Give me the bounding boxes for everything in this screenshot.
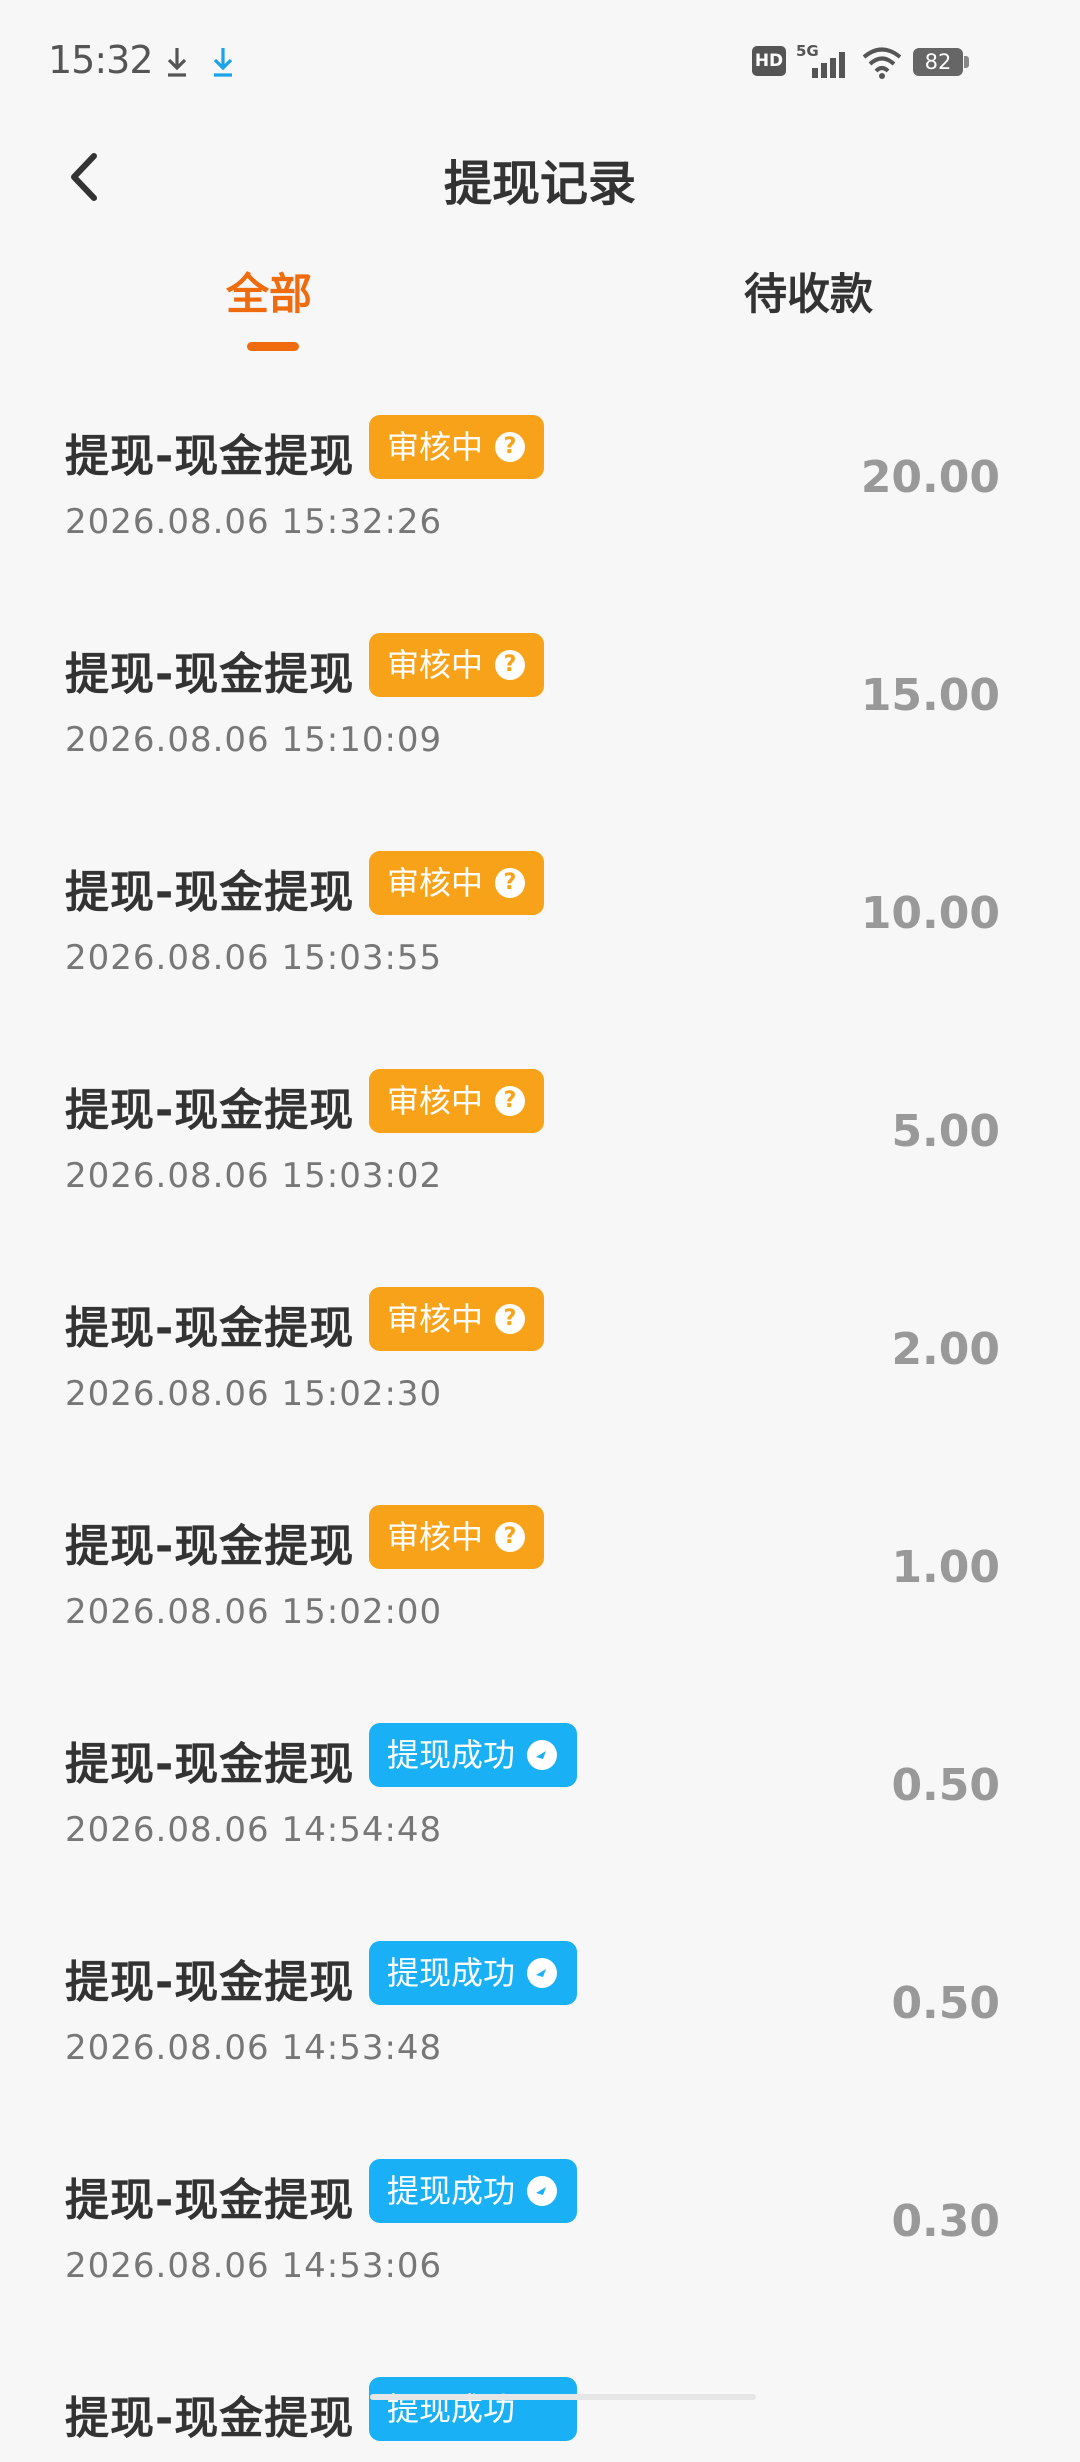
list-item[interactable]: 提现-现金提现 审核中 ? 2026.08.06 15:10:09 15.00 — [0, 598, 1080, 816]
record-time: 2026.08.06 15:32:26 — [65, 502, 443, 542]
record-time: 2026.08.06 15:10:09 — [65, 720, 443, 760]
app-header: 提现记录 — [0, 120, 1080, 230]
signal-icon: 5G — [796, 42, 845, 78]
record-time: 2026.08.06 14:53:48 — [65, 2028, 443, 2068]
record-time: 2026.08.06 14:54:48 — [65, 1810, 443, 1850]
status-badge: 审核中 ? — [369, 415, 544, 479]
record-amount: 2.00 — [891, 1324, 1000, 1375]
help-icon[interactable]: ? — [495, 650, 526, 680]
status-badge: 提现成功 — [369, 2377, 577, 2441]
status-label: 提现成功 — [387, 1954, 516, 1992]
status-badge: 审核中 ? — [369, 633, 544, 697]
list-item[interactable]: 提现-现金提现 审核中 ? 2026.08.06 15:02:00 1.00 — [0, 1470, 1080, 1688]
help-icon[interactable]: ? — [495, 1304, 526, 1334]
list-item[interactable]: 提现-现金提现 提现成功 — [0, 2342, 1080, 2462]
home-indicator — [370, 2394, 756, 2400]
chat-icon[interactable] — [527, 1740, 558, 1770]
list-item[interactable]: 提现-现金提现 审核中 ? 2026.08.06 15:03:02 5.00 — [0, 1034, 1080, 1252]
chat-icon[interactable] — [527, 1958, 558, 1988]
help-icon[interactable]: ? — [495, 1086, 526, 1116]
record-title: 提现-现金提现 — [65, 1521, 355, 1572]
battery-icon: 82 — [913, 48, 963, 76]
record-time: 2026.08.06 15:02:30 — [65, 1374, 443, 1414]
status-badge: 审核中 ? — [369, 851, 544, 915]
record-amount: 0.50 — [891, 1760, 1000, 1811]
record-title: 提现-现金提现 — [65, 1085, 355, 1136]
record-amount: 15.00 — [860, 670, 1000, 721]
record-title: 提现-现金提现 — [65, 2393, 355, 2444]
record-amount: 0.50 — [891, 1978, 1000, 2029]
active-tab-indicator — [247, 342, 299, 351]
status-label: 审核中 — [387, 646, 484, 684]
chat-bubble-icon — [536, 1751, 547, 1759]
tab-all[interactable]: 全部 — [226, 260, 312, 322]
help-icon[interactable]: ? — [495, 1522, 526, 1552]
battery-nub — [964, 56, 969, 68]
record-amount: 20.00 — [860, 452, 1000, 503]
record-amount: 10.00 — [860, 888, 1000, 939]
download-icon — [167, 48, 187, 77]
record-time: 2026.08.06 15:03:55 — [65, 938, 443, 978]
record-title: 提现-现金提现 — [65, 649, 355, 700]
record-time: 2026.08.06 14:53:06 — [65, 2246, 443, 2286]
status-label: 提现成功 — [387, 1736, 516, 1774]
hd-icon: HD — [752, 46, 786, 76]
withdrawal-list: 提现-现金提现 审核中 ? 2026.08.06 15:32:26 20.00 … — [0, 380, 1080, 2462]
record-title: 提现-现金提现 — [65, 867, 355, 918]
help-icon[interactable]: ? — [495, 868, 526, 898]
record-title: 提现-现金提现 — [65, 1739, 355, 1790]
chat-bubble-icon — [536, 1969, 547, 1977]
list-item[interactable]: 提现-现金提现 审核中 ? 2026.08.06 15:02:30 2.00 — [0, 1252, 1080, 1470]
status-icons: HD 5G 82 — [700, 40, 1080, 90]
status-badge: 审核中 ? — [369, 1287, 544, 1351]
status-badge: 提现成功 — [369, 2159, 577, 2223]
status-label: 提现成功 — [387, 2172, 516, 2210]
page-title: 提现记录 — [443, 156, 636, 212]
record-title: 提现-现金提现 — [65, 1957, 355, 2008]
list-item[interactable]: 提现-现金提现 审核中 ? 2026.08.06 15:32:26 20.00 — [0, 380, 1080, 598]
status-bar: 15:32 HD 5G 82 — [0, 0, 1080, 120]
list-item[interactable]: 提现-现金提现 提现成功 2026.08.06 14:53:06 0.30 — [0, 2124, 1080, 2342]
status-label: 审核中 — [387, 1300, 484, 1338]
status-label: 审核中 — [387, 428, 484, 466]
record-time: 2026.08.06 15:02:00 — [65, 1592, 443, 1632]
record-amount: 5.00 — [891, 1106, 1000, 1157]
status-badge: 审核中 ? — [369, 1069, 544, 1133]
wifi-icon — [862, 47, 902, 79]
record-time: 2026.08.06 15:03:02 — [65, 1156, 443, 1196]
record-title: 提现-现金提现 — [65, 1303, 355, 1354]
chat-icon[interactable] — [527, 2176, 558, 2206]
tab-pending-payment[interactable]: 待收款 — [744, 260, 873, 322]
status-label: 审核中 — [387, 1518, 484, 1556]
status-label: 提现成功 — [387, 2390, 516, 2428]
help-icon[interactable]: ? — [495, 432, 526, 462]
status-badge: 提现成功 — [369, 1941, 577, 2005]
status-badge: 提现成功 — [369, 1723, 577, 1787]
record-amount: 1.00 — [891, 1542, 1000, 1593]
record-title: 提现-现金提现 — [65, 431, 355, 482]
status-label: 审核中 — [387, 1082, 484, 1120]
chat-bubble-icon — [536, 2187, 547, 2195]
record-amount: 0.30 — [891, 2196, 1000, 2247]
status-time: 15:32 — [48, 38, 154, 82]
list-item[interactable]: 提现-现金提现 审核中 ? 2026.08.06 15:03:55 10.00 — [0, 816, 1080, 1034]
status-badge: 审核中 ? — [369, 1505, 544, 1569]
tab-bar: 全部 待收款 — [0, 245, 1080, 355]
record-title: 提现-现金提现 — [65, 2175, 355, 2226]
list-item[interactable]: 提现-现金提现 提现成功 2026.08.06 14:53:48 0.50 — [0, 1906, 1080, 2124]
list-item[interactable]: 提现-现金提现 提现成功 2026.08.06 14:54:48 0.50 — [0, 1688, 1080, 1906]
status-label: 审核中 — [387, 864, 484, 902]
network-type-label: 5G — [796, 42, 819, 60]
download-icon — [213, 48, 233, 77]
